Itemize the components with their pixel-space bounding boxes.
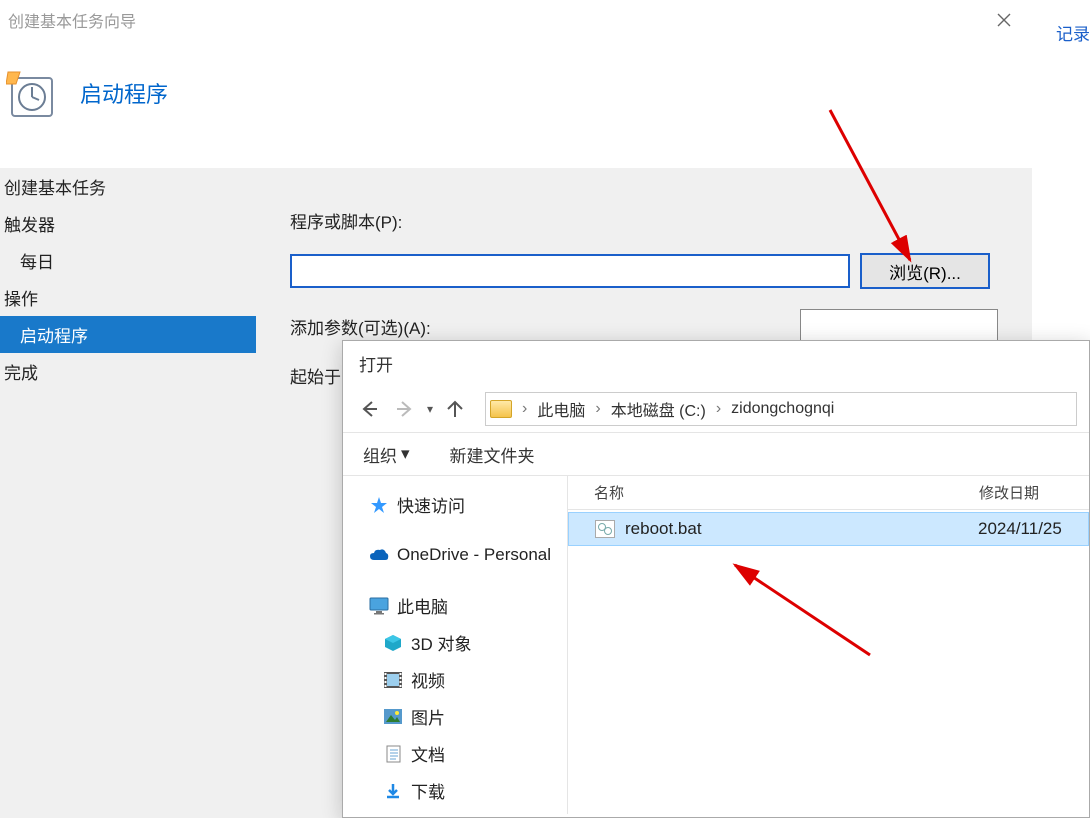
close-button[interactable] [984,0,1024,40]
chevron-down-icon: ▾ [401,444,410,464]
tree-label: 图片 [411,704,445,729]
arrow-right-icon [395,399,415,419]
sidebar-step-create[interactable]: 创建基本任务 [0,168,256,205]
breadcrumb-drive[interactable]: 本地磁盘 (C:) [611,397,706,421]
chevron-right-icon: › [712,400,725,418]
batch-file-icon [595,520,615,538]
file-dialog-nav: ▾ › 此电脑 › 本地磁盘 (C:) › zidongchognqi [343,386,1089,432]
column-date[interactable]: 修改日期 [979,482,1089,503]
tree-pictures[interactable]: 图片 [343,698,567,735]
chevron-right-icon: › [518,400,531,418]
file-name: reboot.bat [625,519,978,539]
address-bar[interactable]: › 此电脑 › 本地磁盘 (C:) › zidongchognqi [485,392,1077,426]
new-folder-button[interactable]: 新建文件夹 [450,442,535,467]
cloud-icon [369,545,389,565]
wizard-header: 启动程序 [0,40,1032,145]
breadcrumb-folder[interactable]: zidongchognqi [731,400,834,418]
nav-tree: 快速访问 OneDrive - Personal 此电脑 3D 对象 视频 [343,476,568,814]
tree-onedrive[interactable]: OneDrive - Personal [343,539,567,571]
cube-icon [383,633,403,653]
tree-downloads[interactable]: 下载 [343,772,567,809]
file-date: 2024/11/25 [978,519,1088,539]
tree-label: 文档 [411,741,445,766]
download-icon [383,781,403,801]
breadcrumb-pc[interactable]: 此电脑 [537,397,585,421]
nav-back-button[interactable] [355,395,383,423]
new-folder-label: 新建文件夹 [450,442,535,467]
tree-this-pc[interactable]: 此电脑 [343,587,567,624]
program-path-input[interactable] [290,254,850,288]
monitor-icon [369,596,389,616]
column-name[interactable]: 名称 [594,482,979,503]
wizard-title: 创建基本任务向导 [8,8,984,32]
tree-documents[interactable]: 文档 [343,735,567,772]
program-label: 程序或脚本(P): [290,208,998,233]
tree-label: OneDrive - Personal [397,545,551,565]
file-row-reboot[interactable]: reboot.bat 2024/11/25 [568,512,1089,546]
organize-menu[interactable]: 组织 ▾ [363,442,410,467]
folder-icon [490,400,512,418]
browse-button[interactable]: 浏览(R)... [860,253,990,289]
tree-3d-objects[interactable]: 3D 对象 [343,624,567,661]
nav-up-button[interactable] [441,395,469,423]
image-icon [383,707,403,727]
film-icon [383,670,403,690]
wizard-clock-icon [6,68,56,118]
sidebar-step-start-program[interactable]: 启动程序 [0,316,256,353]
file-list: 名称 修改日期 reboot.bat 2024/11/25 [568,476,1089,814]
sidebar-step-action[interactable]: 操作 [0,279,256,316]
background-snippet: 记录 [1056,20,1090,45]
tree-quick-access[interactable]: 快速访问 [343,486,567,523]
arrow-left-icon [359,399,379,419]
tree-label: 快速访问 [397,492,465,517]
tree-label: 3D 对象 [411,630,471,655]
sidebar-step-trigger[interactable]: 触发器 [0,205,256,242]
sidebar-step-finish[interactable]: 完成 [0,353,256,390]
close-icon [997,13,1011,27]
tree-videos[interactable]: 视频 [343,661,567,698]
file-dialog-title: 打开 [343,341,1089,386]
wizard-sidebar: 创建基本任务 触发器 每日 操作 启动程序 完成 [0,168,256,818]
list-header: 名称 修改日期 [568,476,1089,510]
sidebar-step-daily[interactable]: 每日 [0,242,256,279]
arguments-input[interactable] [800,309,998,343]
arrow-up-icon [445,399,465,419]
file-dialog-toolbar: 组织 ▾ 新建文件夹 [343,432,1089,476]
tree-label: 此电脑 [397,593,448,618]
file-open-dialog: 打开 ▾ › 此电脑 › 本地磁盘 (C:) › zidongchognqi 组… [342,340,1090,818]
organize-label: 组织 [363,442,397,467]
file-dialog-content: 快速访问 OneDrive - Personal 此电脑 3D 对象 视频 [343,476,1089,814]
wizard-heading: 启动程序 [80,77,168,109]
star-icon [369,495,389,515]
tree-label: 下载 [411,778,445,803]
wizard-titlebar: 创建基本任务向导 [0,0,1032,40]
nav-forward-button[interactable] [391,395,419,423]
document-icon [383,744,403,764]
arguments-label: 添加参数(可选)(A): [290,314,790,339]
nav-history-dropdown[interactable]: ▾ [427,402,433,416]
chevron-right-icon: › [591,400,604,418]
tree-label: 视频 [411,667,445,692]
